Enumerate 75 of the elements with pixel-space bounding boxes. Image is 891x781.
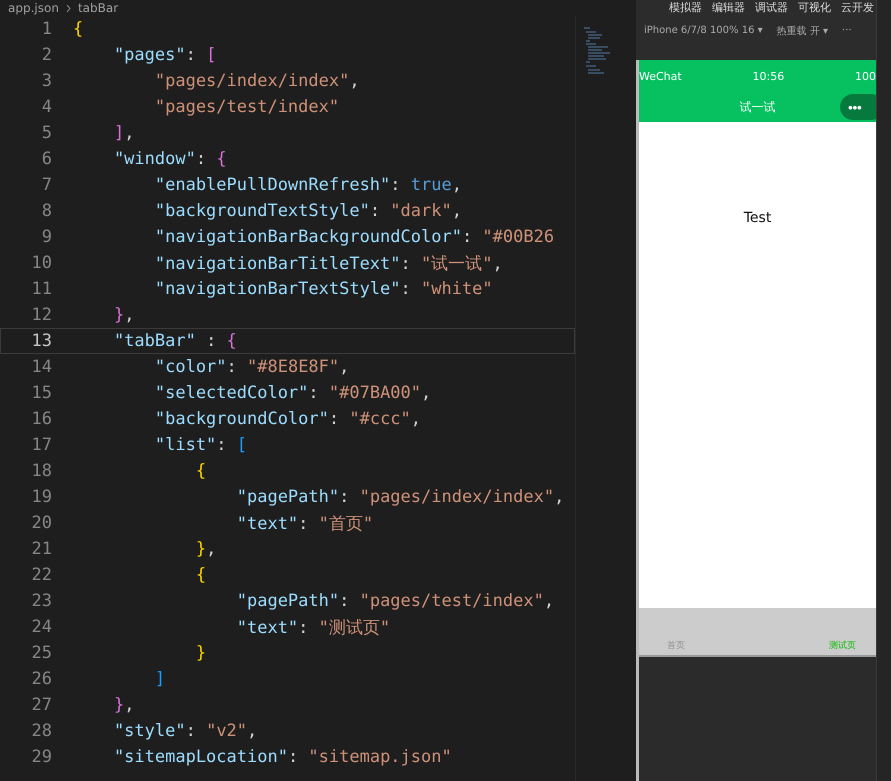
menu-item[interactable]: 可视化: [798, 1, 832, 15]
code-line: },: [194, 539, 216, 559]
line-number: 17: [30, 435, 53, 455]
code-line: {: [194, 565, 206, 585]
code-line: "text": "测试页": [236, 616, 390, 638]
line-number: 5: [40, 123, 53, 143]
line-number: 14: [30, 357, 53, 377]
line-number: 21: [30, 539, 53, 559]
code-line: "navigationBarTextStyle": "white": [154, 279, 493, 299]
code-line: "enablePullDownRefresh": true,: [154, 175, 462, 195]
code-line: "selectedColor": "#07BA00",: [154, 383, 432, 403]
code-line: "pagePath": "pages/index/index",: [236, 487, 564, 507]
code-line: "list": [: [154, 435, 248, 455]
line-number: 19: [30, 487, 53, 507]
line-number: 4: [40, 97, 53, 117]
carrier-text: WeChat: [639, 70, 682, 82]
chevron-icon: [64, 4, 72, 12]
code-line: ]: [154, 669, 166, 689]
code-line: ],: [112, 123, 134, 143]
line-number: 26: [30, 669, 53, 689]
code-line: "navigationBarTitleText": "试一试",: [154, 252, 503, 274]
code-line: "backgroundColor": "#ccc",: [154, 409, 422, 429]
breadcrumb-item[interactable]: tabBar: [78, 1, 118, 15]
line-number: 8: [40, 201, 53, 221]
code-line: "pages": [: [112, 45, 216, 65]
code-line: "text": "首页": [236, 512, 374, 534]
code-line: "window": {: [112, 149, 227, 169]
code-line: "tabBar" : {: [112, 331, 237, 351]
code-line: "pages/test/index": [154, 97, 340, 117]
line-number: 12: [30, 305, 53, 325]
device-selector[interactable]: iPhone 6/7/8 100% 16 ▾: [644, 25, 763, 36]
line-number: 6: [40, 149, 53, 169]
hot-reload-toggle[interactable]: 热重载 开 ▾: [776, 24, 828, 38]
line-number: 29: [30, 747, 53, 767]
line-number: 7: [40, 175, 53, 195]
line-number: 3: [40, 71, 53, 91]
code-line: "color": "#8E8E8F",: [154, 357, 350, 377]
code-line: },: [112, 305, 134, 325]
battery-text: 100: [855, 70, 876, 82]
line-number: 25: [30, 643, 53, 663]
code-line: {: [73, 19, 84, 39]
clock-text: 10:56: [752, 70, 784, 82]
line-number: 1: [40, 19, 53, 39]
code-line: "pagePath": "pages/test/index",: [236, 591, 554, 611]
code-line: "sitemapLocation": "sitemap.json": [112, 747, 452, 767]
line-number: 16: [30, 409, 53, 429]
line-number: 18: [30, 461, 53, 481]
menu-item[interactable]: 模拟器: [669, 1, 702, 15]
menu-item[interactable]: 云开发: [841, 1, 874, 15]
menu-item[interactable]: 调试器: [755, 1, 788, 15]
menu-capsule[interactable]: •••: [840, 94, 876, 120]
line-number: 2: [40, 45, 53, 65]
code-line: "style": "v2",: [112, 721, 258, 741]
line-number: 10: [30, 253, 53, 273]
line-number: 15: [30, 383, 53, 403]
file-name[interactable]: app.json: [8, 1, 59, 15]
line-number: 27: [30, 695, 53, 715]
menu-item[interactable]: 编辑器: [712, 1, 746, 15]
code-line: "navigationBarBackgroundColor": "#00B26: [154, 227, 554, 247]
code-line: },: [112, 695, 134, 715]
code-line: "backgroundTextStyle": "dark",: [154, 201, 462, 221]
line-number: 24: [30, 617, 53, 637]
page-title: 试一试: [740, 98, 776, 116]
line-number: 22: [30, 565, 53, 585]
line-number: 28: [30, 721, 53, 741]
line-number: 9: [40, 227, 53, 247]
line-number: 20: [30, 513, 53, 533]
line-number: 11: [30, 279, 53, 299]
code-line: }: [194, 643, 206, 663]
body-text: Test: [744, 210, 772, 228]
line-number: 23: [30, 591, 53, 611]
code-line: "pages/index/index",: [154, 71, 360, 91]
code-line: {: [194, 461, 206, 481]
more-button[interactable]: ···: [842, 25, 852, 36]
line-number: 13: [30, 331, 53, 351]
